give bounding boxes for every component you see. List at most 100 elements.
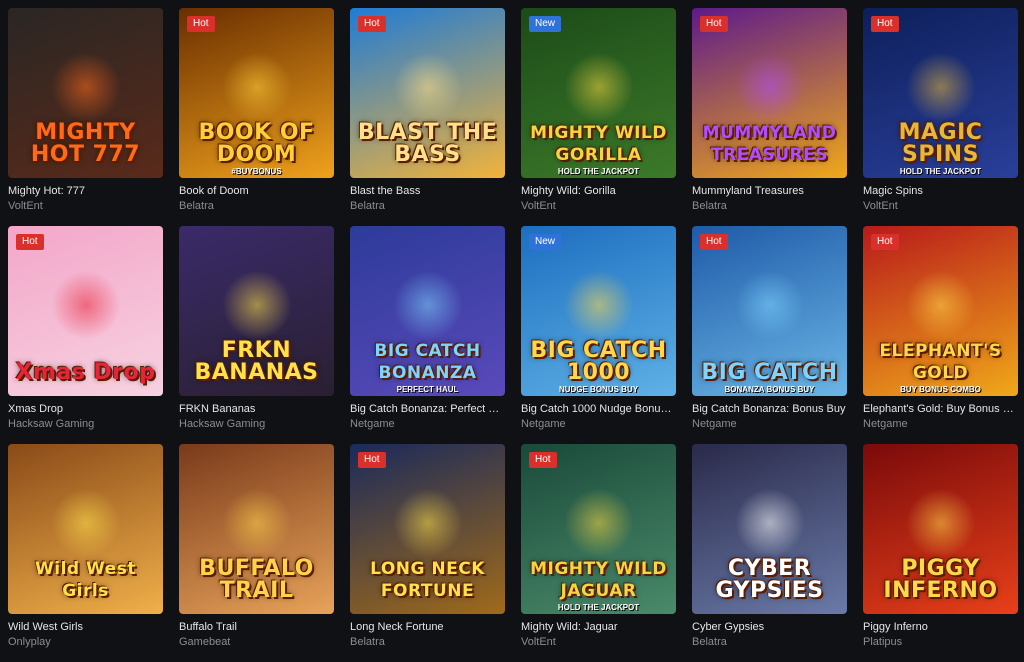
- game-thumbnail[interactable]: Hot BIG CATCH BONANZA BONUS BUY: [692, 226, 847, 396]
- game-card[interactable]: Hot Xmas Drop Xmas Drop Hacksaw Gaming: [8, 226, 163, 444]
- game-title[interactable]: Mighty Wild: Gorilla: [521, 184, 676, 198]
- game-card[interactable]: New BIG CATCH 1000 NUDGE BONUS BUY Big Catc…: [521, 226, 676, 444]
- game-title[interactable]: Mummyland Treasures: [692, 184, 847, 198]
- game-thumbnail[interactable]: MIGHTY HOT 777: [8, 8, 163, 178]
- game-title[interactable]: Blast the Bass: [350, 184, 505, 198]
- game-provider: Belatra: [350, 636, 385, 648]
- game-card[interactable]: Hot BOOK OF DOOM #BUYBONUS Book of Doom Bela…: [179, 8, 334, 226]
- game-thumbnail[interactable]: CYBER GYPSIES: [692, 444, 847, 614]
- game-provider: Belatra: [350, 200, 385, 212]
- game-title[interactable]: Magic Spins: [863, 184, 1018, 198]
- game-thumbnail[interactable]: New BIG CATCH 1000 NUDGE BONUS BUY: [521, 226, 676, 396]
- status-badge: Hot: [16, 234, 44, 250]
- game-provider: VoltEnt: [863, 200, 898, 212]
- game-title[interactable]: Big Catch Bonanza: Bonus Buy: [692, 402, 847, 416]
- game-art-glow: [734, 270, 805, 341]
- game-card[interactable]: BUFFALO TRAIL Buffalo Trail Gamebeat: [179, 444, 334, 662]
- game-logo-subtitle: HOLD THE JACKPOT: [899, 167, 982, 176]
- game-provider: Platipus: [863, 636, 903, 648]
- game-provider: VoltEnt: [8, 200, 43, 212]
- game-card[interactable]: Hot LONG NECK FORTUNE Long Neck Fortune Bel…: [350, 444, 505, 662]
- game-logo-subtitle: NUDGE BONUS BUY: [558, 385, 639, 394]
- game-card[interactable]: Hot ELEPHANT'S GOLD BUY BONUS COMBO Elephan…: [863, 226, 1018, 444]
- status-badge: Hot: [529, 452, 557, 468]
- game-logo-text: BLAST THE BASS: [357, 120, 498, 167]
- game-art-glow: [50, 488, 121, 559]
- status-badge: Hot: [358, 16, 386, 32]
- game-provider: Hacksaw Gaming: [179, 418, 266, 430]
- game-art-glow: [563, 488, 634, 559]
- games-grid: MIGHTY HOT 777 Mighty Hot: 777 VoltEnt Hot B…: [8, 8, 1018, 662]
- game-title[interactable]: FRKN Bananas: [179, 402, 334, 416]
- game-logo-text: MUMMYLAND TREASURES: [702, 123, 837, 165]
- game-logo-subtitle: HOLD THE JACKPOT: [557, 167, 640, 176]
- game-title[interactable]: Wild West Girls: [8, 620, 163, 634]
- game-thumbnail[interactable]: FRKN BANANAS: [179, 226, 334, 396]
- game-logo-text: Wild West Girls: [35, 559, 136, 601]
- game-title[interactable]: Long Neck Fortune: [350, 620, 505, 634]
- game-thumbnail[interactable]: BUFFALO TRAIL: [179, 444, 334, 614]
- game-thumbnail[interactable]: Hot MUMMYLAND TREASURES: [692, 8, 847, 178]
- game-card[interactable]: Hot MUMMYLAND TREASURES Mummyland Treasure…: [692, 8, 847, 226]
- game-title[interactable]: Elephant's Gold: Buy Bonus Combo: [863, 402, 1018, 416]
- game-title[interactable]: Big Catch Bonanza: Perfect Haul: [350, 402, 505, 416]
- game-card[interactable]: CYBER GYPSIES Cyber Gypsies Belatra: [692, 444, 847, 662]
- game-thumbnail[interactable]: Hot LONG NECK FORTUNE: [350, 444, 505, 614]
- game-title[interactable]: Xmas Drop: [8, 402, 163, 416]
- game-title[interactable]: Book of Doom: [179, 184, 334, 198]
- game-logo-text: BOOK OF DOOM: [198, 120, 315, 167]
- game-thumbnail[interactable]: Hot Xmas Drop: [8, 226, 163, 396]
- game-card[interactable]: Wild West Girls Wild West Girls Onlyplay: [8, 444, 163, 662]
- game-art-glow: [734, 52, 805, 123]
- game-provider: Netgame: [350, 418, 395, 430]
- game-card[interactable]: BIG CATCH BONANZA PERFECT HAUL Big Catch B…: [350, 226, 505, 444]
- game-art-glow: [905, 52, 976, 123]
- game-logo-text: MIGHTY HOT 777: [30, 120, 141, 167]
- game-card[interactable]: Hot BIG CATCH BONANZA BONUS BUY Big Catch B…: [692, 226, 847, 444]
- game-logo-subtitle: BUY BONUS COMBO: [900, 385, 981, 394]
- game-title[interactable]: Big Catch 1000 Nudge Bonus Buy: [521, 402, 676, 416]
- status-badge: Hot: [358, 452, 386, 468]
- game-logo-text: LONG NECK FORTUNE: [370, 559, 485, 601]
- game-card[interactable]: MIGHTY HOT 777 Mighty Hot: 777 VoltEnt: [8, 8, 163, 226]
- game-card[interactable]: Hot MAGIC SPINS HOLD THE JACKPOT Magic Spin…: [863, 8, 1018, 226]
- game-title[interactable]: Piggy Inferno: [863, 620, 1018, 634]
- game-thumbnail[interactable]: New MIGHTY WILD GORILLA HOLD THE JACKPOT: [521, 8, 676, 178]
- game-thumbnail[interactable]: Hot BOOK OF DOOM #BUYBONUS: [179, 8, 334, 178]
- game-art-glow: [392, 52, 463, 123]
- game-title[interactable]: Mighty Hot: 777: [8, 184, 163, 198]
- game-thumbnail[interactable]: Hot MIGHTY WILD JAGUAR HOLD THE JACKPOT: [521, 444, 676, 614]
- game-art-glow: [221, 52, 292, 123]
- game-art-glow: [563, 52, 634, 123]
- game-card[interactable]: New MIGHTY WILD GORILLA HOLD THE JACKPOT Mi…: [521, 8, 676, 226]
- game-provider: Netgame: [863, 418, 908, 430]
- game-title[interactable]: Cyber Gypsies: [692, 620, 847, 634]
- game-logo-text: PIGGY INFERNO: [883, 556, 998, 603]
- game-card[interactable]: Hot BLAST THE BASS Blast the Bass Belatra: [350, 8, 505, 226]
- game-title[interactable]: Mighty Wild: Jaguar: [521, 620, 676, 634]
- game-thumbnail[interactable]: Wild West Girls: [8, 444, 163, 614]
- game-art-glow: [905, 270, 976, 341]
- game-thumbnail[interactable]: PIGGY INFERNO: [863, 444, 1018, 614]
- game-thumbnail[interactable]: Hot MAGIC SPINS HOLD THE JACKPOT: [863, 8, 1018, 178]
- game-card[interactable]: PIGGY INFERNO Piggy Inferno Platipus: [863, 444, 1018, 662]
- game-provider: Belatra: [179, 200, 214, 212]
- game-thumbnail[interactable]: Hot ELEPHANT'S GOLD BUY BONUS COMBO: [863, 226, 1018, 396]
- game-logo-text: MIGHTY WILD JAGUAR: [530, 559, 667, 601]
- game-thumbnail[interactable]: Hot BLAST THE BASS: [350, 8, 505, 178]
- game-card[interactable]: FRKN BANANAS FRKN Bananas Hacksaw Gaming: [179, 226, 334, 444]
- game-logo-subtitle: #BUYBONUS: [231, 167, 282, 176]
- game-art-glow: [221, 270, 292, 341]
- status-badge: Hot: [871, 234, 899, 250]
- game-title[interactable]: Buffalo Trail: [179, 620, 334, 634]
- game-provider: Gamebeat: [179, 636, 231, 648]
- game-provider: Netgame: [692, 418, 737, 430]
- game-provider: VoltEnt: [521, 636, 556, 648]
- game-art-glow: [392, 488, 463, 559]
- game-art-glow: [50, 270, 121, 341]
- status-badge: New: [529, 234, 562, 250]
- game-thumbnail[interactable]: BIG CATCH BONANZA PERFECT HAUL: [350, 226, 505, 396]
- game-card[interactable]: Hot MIGHTY WILD JAGUAR HOLD THE JACKPOT Mig…: [521, 444, 676, 662]
- status-badge: Hot: [700, 16, 728, 32]
- game-logo-text: BIG CATCH BONANZA: [374, 341, 481, 383]
